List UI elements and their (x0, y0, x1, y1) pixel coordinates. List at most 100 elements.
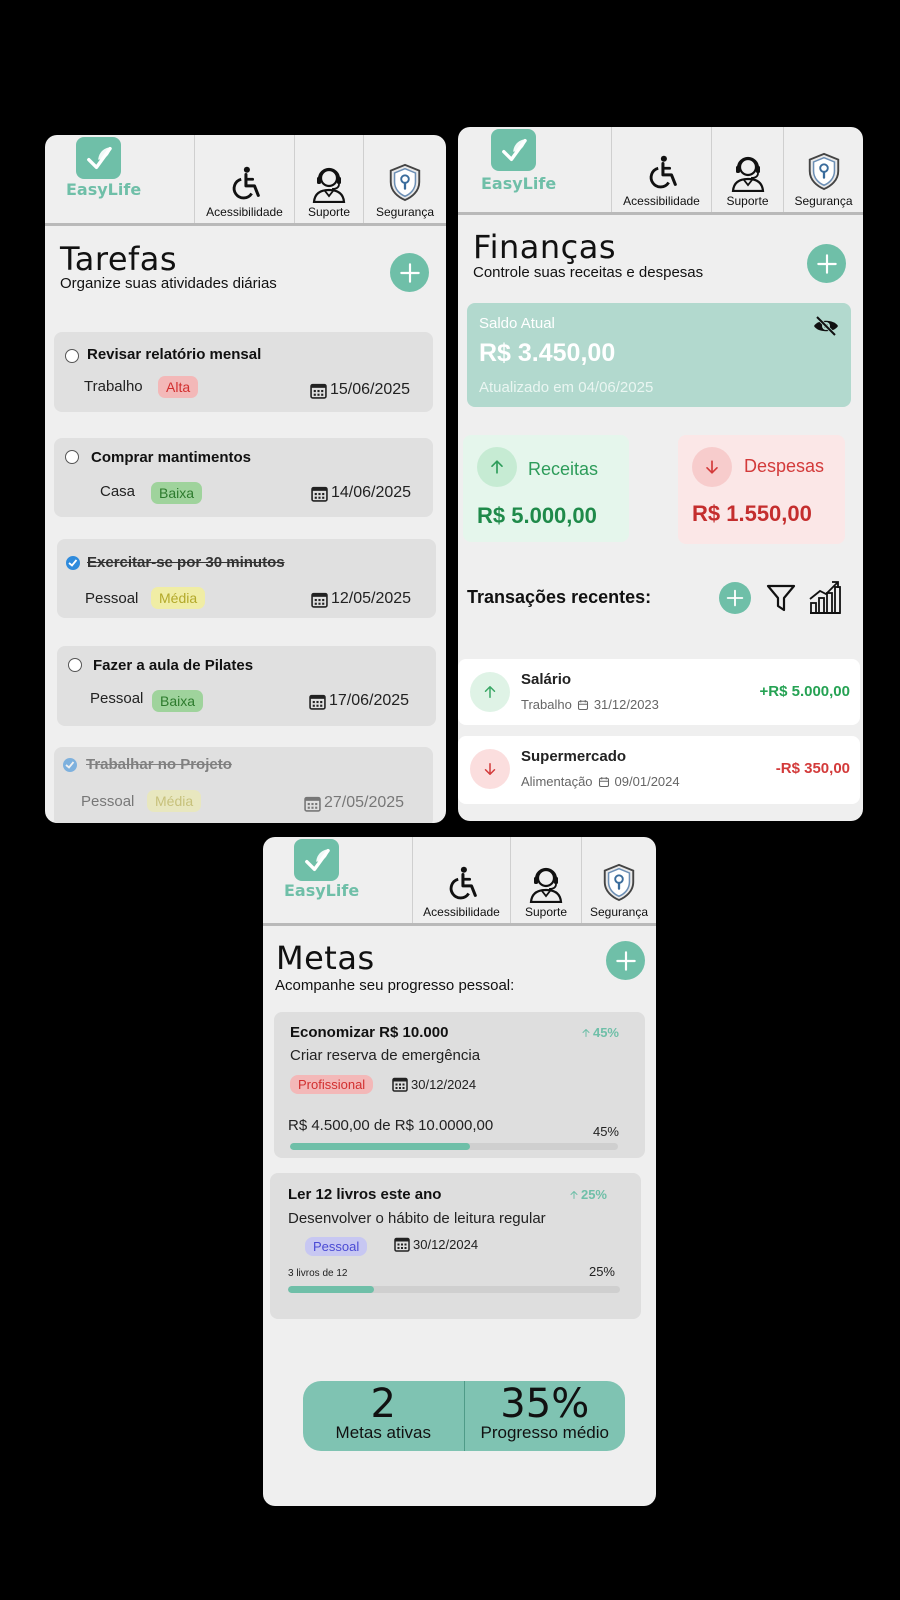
nav-support[interactable]: Suporte (511, 837, 582, 923)
goal-trend: 45% (580, 1025, 619, 1040)
task-checkbox[interactable] (65, 450, 79, 464)
task-date: 17/06/2025 (309, 692, 409, 710)
task-card[interactable]: Comprar mantimentos Casa Baixa 14/06/202… (54, 438, 433, 517)
wheelchair-icon (643, 154, 681, 192)
task-date: 27/05/2025 (304, 794, 404, 812)
arrow-down-icon (470, 749, 510, 789)
recent-transactions-title: Transações recentes: (467, 587, 652, 607)
task-category: Casa (100, 483, 136, 500)
avg-progress-label: Progresso médio (480, 1423, 609, 1442)
task-card[interactable]: Revisar relatório mensal Trabalho Alta 1… (54, 332, 433, 412)
logo-leaf-icon (76, 137, 121, 179)
task-card[interactable]: Trabalhar no Projeto Pessoal Média 27/05… (54, 747, 433, 823)
chart-growth-icon[interactable] (808, 579, 842, 615)
nav-security[interactable]: Segurança (364, 135, 446, 223)
headset-icon (728, 152, 768, 192)
transaction-amount: +R$ 5.000,00 (759, 683, 851, 700)
task-category: Pessoal (90, 690, 144, 707)
goal-trend-value: 45% (592, 1025, 619, 1040)
logo[interactable]: EasyLife (45, 135, 195, 223)
logo-leaf-icon (491, 129, 536, 171)
goal-description: Desenvolver o hábito de leitura regular (288, 1210, 546, 1227)
transaction-date: 09/01/2024 (614, 774, 680, 789)
calendar-icon (394, 1236, 410, 1252)
goal-percent: 45% (592, 1124, 619, 1139)
goal-progress-fill (290, 1143, 471, 1150)
income-card[interactable]: Receitas R$ 5.000,00 (463, 435, 629, 542)
nav-security[interactable]: Segurança (784, 127, 863, 212)
nav-accessibility[interactable]: Acessibilidade (413, 837, 511, 923)
task-card[interactable]: Exercitar-se por 30 minutos Pessoal Médi… (57, 539, 436, 618)
task-category: Pessoal (81, 793, 135, 810)
task-checkbox-checked[interactable] (63, 758, 77, 772)
avg-progress-value: 35% (500, 1381, 590, 1427)
eye-off-icon[interactable] (813, 315, 839, 337)
page-title: Tarefas (60, 240, 178, 278)
transaction-amount: -R$ 350,00 (775, 760, 850, 777)
goals-screen: EasyLife Acessibilidade Suporte Seguranç… (263, 837, 656, 1506)
task-title: Revisar relatório mensal (87, 346, 262, 363)
task-checkbox[interactable] (68, 658, 82, 672)
logo[interactable]: EasyLife (263, 837, 413, 923)
plus-icon (724, 587, 746, 609)
page-title: Metas (276, 939, 375, 977)
transaction-row[interactable]: Salário Trabalho 31/12/2023 +R$ 5.000,00 (458, 659, 860, 725)
nav-accessibility[interactable]: Acessibilidade (195, 135, 295, 223)
check-icon (65, 761, 75, 769)
page-title: Finanças (473, 228, 617, 266)
goal-date-text: 30/12/2024 (413, 1236, 479, 1252)
nav-support-label: Suporte (726, 194, 769, 208)
goal-card[interactable]: Economizar R$ 10.000 Criar reserva de em… (274, 1012, 645, 1158)
goal-card[interactable]: Ler 12 livros este ano Desenvolver o háb… (270, 1173, 641, 1319)
add-transaction-button[interactable] (807, 244, 846, 283)
task-title: Exercitar-se por 30 minutos (87, 554, 285, 571)
priority-badge: Baixa (152, 690, 204, 712)
nav-support[interactable]: Suporte (712, 127, 784, 212)
goal-trend-value: 25% (580, 1187, 607, 1202)
income-value: R$ 5.000,00 (477, 503, 597, 528)
nav-security-label: Segurança (375, 205, 435, 219)
task-date-text: 15/06/2025 (330, 381, 411, 398)
add-transaction-small-button[interactable] (719, 582, 751, 614)
headset-icon (526, 863, 566, 903)
goal-category-badge: Profissional (290, 1075, 374, 1094)
add-task-button[interactable] (390, 253, 429, 292)
plus-icon (613, 948, 639, 974)
goal-title: Economizar R$ 10.000 (290, 1024, 449, 1041)
calendar-icon (311, 591, 328, 608)
arrow-down-icon (692, 447, 732, 487)
logo[interactable]: EasyLife (458, 127, 612, 212)
app-header: EasyLife Acessibilidade Suporte Seguranç… (263, 837, 656, 926)
logo-leaf-icon (294, 839, 339, 881)
task-date: 15/06/2025 (310, 381, 410, 399)
active-goals-label: Metas ativas (335, 1423, 431, 1442)
active-goals-stat: 2 Metas ativas (303, 1381, 465, 1451)
expense-card[interactable]: Despesas R$ 1.550,00 (678, 435, 845, 544)
task-checkbox[interactable] (65, 349, 79, 363)
calendar-icon (577, 699, 589, 711)
wheelchair-icon (226, 165, 264, 203)
add-goal-button[interactable] (606, 941, 645, 980)
nav-accessibility-label: Acessibilidade (206, 205, 283, 219)
calendar-icon (392, 1076, 408, 1092)
arrow-up-icon (470, 672, 510, 712)
task-date: 14/06/2025 (311, 484, 411, 502)
task-title: Trabalhar no Projeto (86, 756, 232, 773)
goal-date-text: 30/12/2024 (411, 1076, 477, 1092)
nav-security[interactable]: Segurança (582, 837, 656, 923)
nav-support[interactable]: Suporte (295, 135, 364, 223)
balance-updated: Atualizado em 04/06/2025 (479, 379, 654, 396)
goal-date: 30/12/2024 (394, 1236, 478, 1252)
goal-trend: 25% (568, 1187, 607, 1202)
arrow-up-icon (477, 447, 517, 487)
transaction-row[interactable]: Supermercado Alimentação 09/01/2024 -R$ … (458, 736, 860, 804)
priority-badge: Alta (158, 376, 199, 398)
logo-text: EasyLife (481, 174, 557, 193)
task-card[interactable]: Fazer a aula de Pilates Pessoal Baixa 17… (57, 646, 436, 726)
task-date-text: 14/06/2025 (331, 484, 412, 501)
task-checkbox-checked[interactable] (66, 556, 80, 570)
goal-description: Criar reserva de emergência (290, 1047, 481, 1064)
nav-accessibility[interactable]: Acessibilidade (612, 127, 712, 212)
priority-badge: Baixa (151, 482, 203, 504)
filter-icon[interactable] (766, 583, 796, 613)
